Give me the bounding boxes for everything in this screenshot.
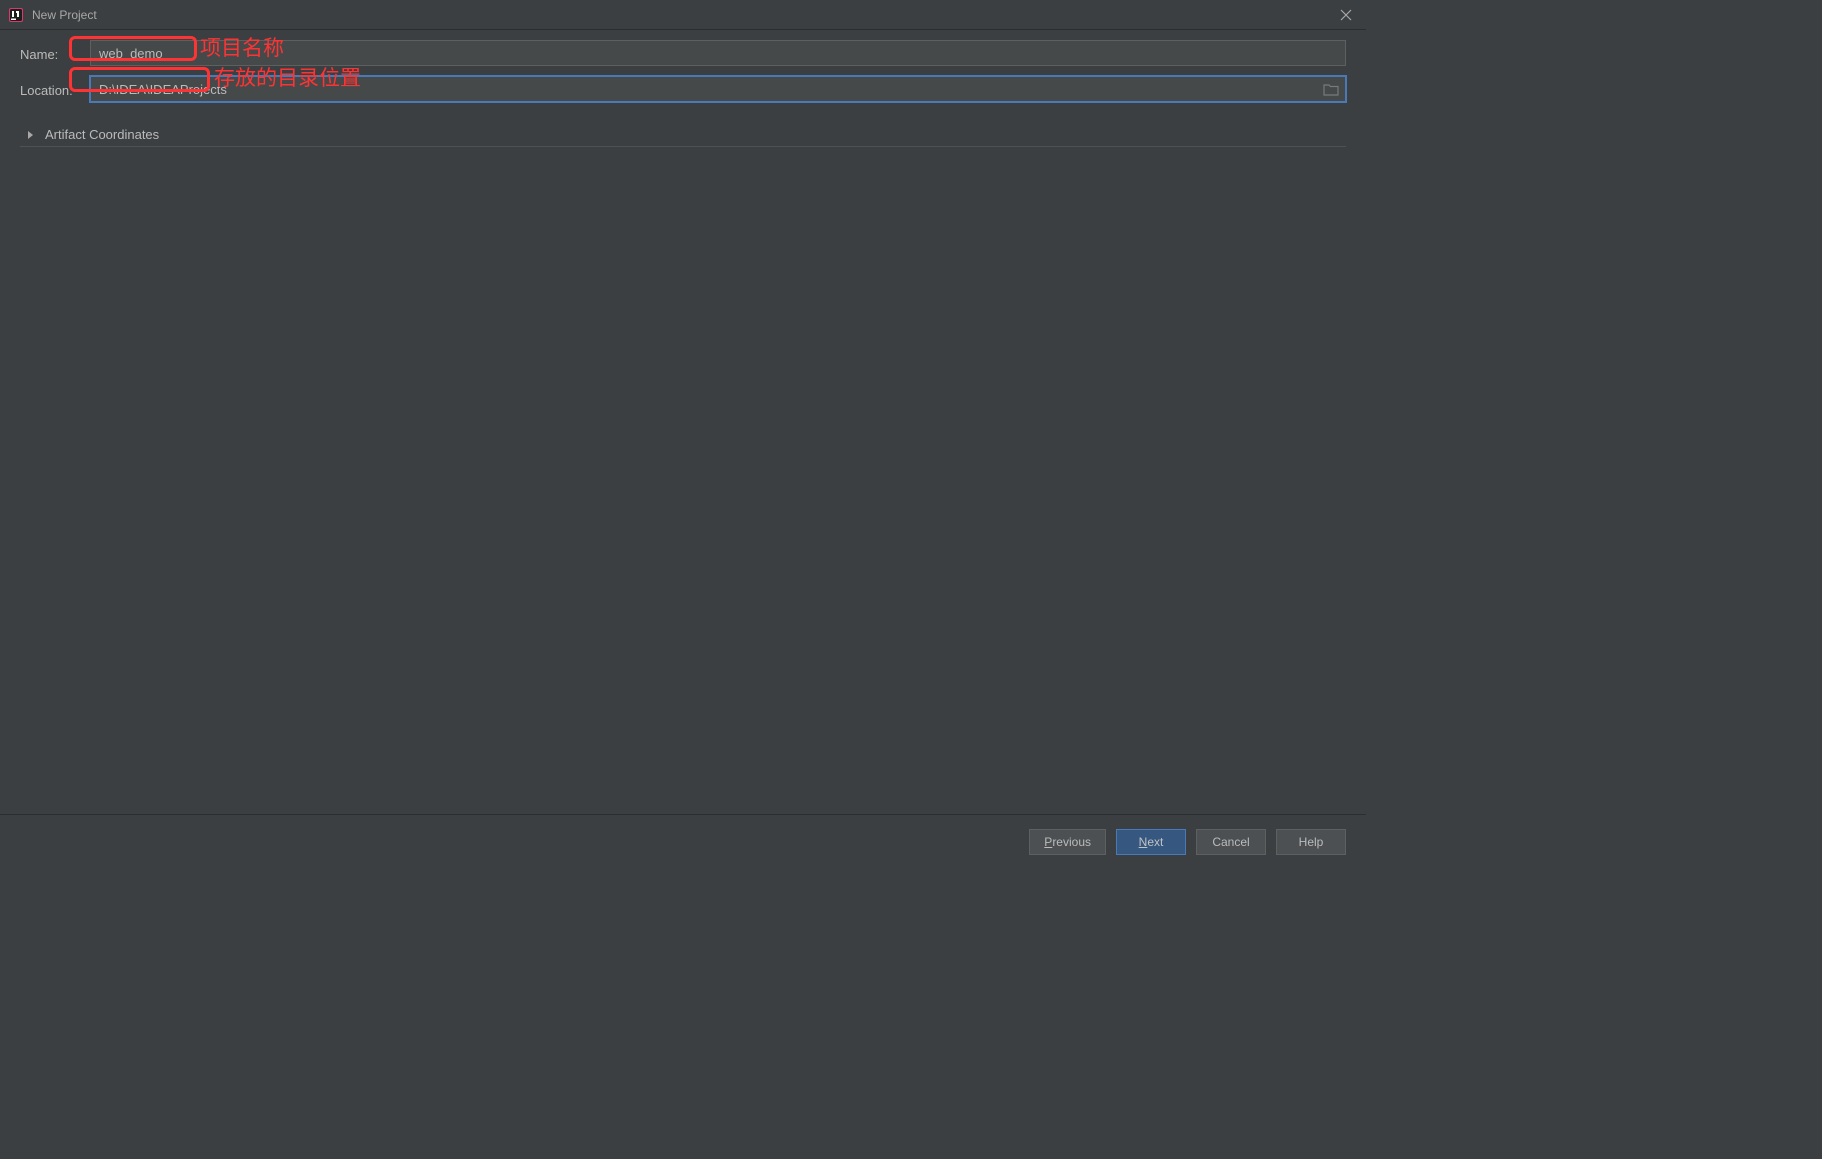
- folder-browse-icon[interactable]: [1322, 82, 1340, 96]
- name-input[interactable]: [90, 40, 1346, 66]
- name-input-wrap: [90, 40, 1346, 66]
- name-label: Name:: [20, 45, 90, 62]
- dialog-footer: Previous Next Cancel Help: [0, 814, 1366, 869]
- previous-button[interactable]: Previous: [1029, 829, 1106, 855]
- close-icon[interactable]: [1334, 3, 1358, 27]
- titlebar: New Project: [0, 0, 1366, 30]
- location-input-wrap: [90, 76, 1346, 102]
- artifact-coordinates-label: Artifact Coordinates: [45, 127, 159, 142]
- help-button[interactable]: Help: [1276, 829, 1346, 855]
- next-button[interactable]: Next: [1116, 829, 1186, 855]
- location-row: Location:: [20, 76, 1346, 102]
- name-row: Name:: [20, 40, 1346, 66]
- chevron-right-icon: [25, 129, 37, 141]
- artifact-coordinates-expander[interactable]: Artifact Coordinates: [20, 127, 1346, 147]
- location-input[interactable]: [90, 76, 1346, 102]
- window-title: New Project: [32, 8, 1334, 22]
- dialog-content: Name: Location: 项目名称 存放的目录位置 Artifact Co…: [0, 30, 1366, 814]
- cancel-button[interactable]: Cancel: [1196, 829, 1266, 855]
- intellij-icon: [8, 7, 24, 23]
- location-label: Location:: [20, 81, 90, 98]
